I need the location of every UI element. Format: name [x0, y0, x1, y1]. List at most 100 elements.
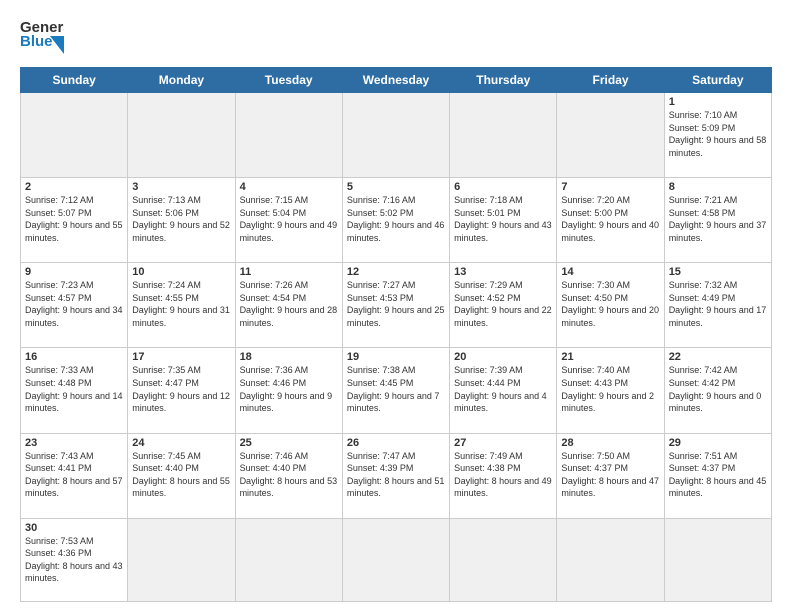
calendar-cell: 12Sunrise: 7:27 AMSunset: 4:53 PMDayligh…: [342, 263, 449, 348]
calendar-cell: [664, 518, 771, 601]
day-info: Sunrise: 7:32 AMSunset: 4:49 PMDaylight:…: [669, 279, 767, 329]
day-number: 24: [132, 437, 230, 449]
calendar-cell: [128, 93, 235, 178]
page: General Blue SundayMondayTuesdayWednesda…: [0, 0, 792, 612]
calendar-cell: 10Sunrise: 7:24 AMSunset: 4:55 PMDayligh…: [128, 263, 235, 348]
calendar-cell: 28Sunrise: 7:50 AMSunset: 4:37 PMDayligh…: [557, 433, 664, 518]
day-info: Sunrise: 7:24 AMSunset: 4:55 PMDaylight:…: [132, 279, 230, 329]
calendar-cell: 5Sunrise: 7:16 AMSunset: 5:02 PMDaylight…: [342, 178, 449, 263]
day-number: 4: [240, 181, 338, 193]
day-number: 10: [132, 266, 230, 278]
calendar-cell: 16Sunrise: 7:33 AMSunset: 4:48 PMDayligh…: [21, 348, 128, 433]
day-number: 17: [132, 351, 230, 363]
calendar-cell: 3Sunrise: 7:13 AMSunset: 5:06 PMDaylight…: [128, 178, 235, 263]
day-number: 8: [669, 181, 767, 193]
day-number: 21: [561, 351, 659, 363]
calendar-cell: [235, 518, 342, 601]
day-number: 19: [347, 351, 445, 363]
day-info: Sunrise: 7:16 AMSunset: 5:02 PMDaylight:…: [347, 194, 445, 244]
calendar-cell: [450, 518, 557, 601]
day-info: Sunrise: 7:26 AMSunset: 4:54 PMDaylight:…: [240, 279, 338, 329]
day-info: Sunrise: 7:53 AMSunset: 4:36 PMDaylight:…: [25, 535, 123, 585]
day-number: 16: [25, 351, 123, 363]
calendar-cell: 26Sunrise: 7:47 AMSunset: 4:39 PMDayligh…: [342, 433, 449, 518]
day-info: Sunrise: 7:38 AMSunset: 4:45 PMDaylight:…: [347, 364, 445, 414]
day-info: Sunrise: 7:47 AMSunset: 4:39 PMDaylight:…: [347, 450, 445, 500]
day-info: Sunrise: 7:51 AMSunset: 4:37 PMDaylight:…: [669, 450, 767, 500]
day-info: Sunrise: 7:30 AMSunset: 4:50 PMDaylight:…: [561, 279, 659, 329]
day-info: Sunrise: 7:49 AMSunset: 4:38 PMDaylight:…: [454, 450, 552, 500]
day-number: 22: [669, 351, 767, 363]
day-number: 26: [347, 437, 445, 449]
day-number: 28: [561, 437, 659, 449]
day-number: 7: [561, 181, 659, 193]
day-number: 14: [561, 266, 659, 278]
day-number: 29: [669, 437, 767, 449]
day-info: Sunrise: 7:33 AMSunset: 4:48 PMDaylight:…: [25, 364, 123, 414]
calendar-cell: [128, 518, 235, 601]
day-number: 6: [454, 181, 552, 193]
calendar-cell: [557, 518, 664, 601]
calendar-cell: 30Sunrise: 7:53 AMSunset: 4:36 PMDayligh…: [21, 518, 128, 601]
calendar-cell: 2Sunrise: 7:12 AMSunset: 5:07 PMDaylight…: [21, 178, 128, 263]
calendar-cell: 19Sunrise: 7:38 AMSunset: 4:45 PMDayligh…: [342, 348, 449, 433]
calendar-cell: [342, 93, 449, 178]
day-number: 11: [240, 266, 338, 278]
calendar-cell: 8Sunrise: 7:21 AMSunset: 4:58 PMDaylight…: [664, 178, 771, 263]
day-of-week-header: Saturday: [664, 68, 771, 93]
day-info: Sunrise: 7:46 AMSunset: 4:40 PMDaylight:…: [240, 450, 338, 500]
calendar-cell: 20Sunrise: 7:39 AMSunset: 4:44 PMDayligh…: [450, 348, 557, 433]
calendar-cell: [450, 93, 557, 178]
day-of-week-header: Friday: [557, 68, 664, 93]
day-number: 1: [669, 96, 767, 108]
day-number: 23: [25, 437, 123, 449]
header: General Blue: [20, 16, 772, 59]
day-of-week-header: Thursday: [450, 68, 557, 93]
calendar-cell: [21, 93, 128, 178]
logo: General Blue: [20, 16, 64, 59]
day-info: Sunrise: 7:18 AMSunset: 5:01 PMDaylight:…: [454, 194, 552, 244]
calendar-cell: 14Sunrise: 7:30 AMSunset: 4:50 PMDayligh…: [557, 263, 664, 348]
calendar: SundayMondayTuesdayWednesdayThursdayFrid…: [20, 67, 772, 602]
calendar-cell: [557, 93, 664, 178]
calendar-cell: 17Sunrise: 7:35 AMSunset: 4:47 PMDayligh…: [128, 348, 235, 433]
day-number: 25: [240, 437, 338, 449]
calendar-cell: 13Sunrise: 7:29 AMSunset: 4:52 PMDayligh…: [450, 263, 557, 348]
day-info: Sunrise: 7:29 AMSunset: 4:52 PMDaylight:…: [454, 279, 552, 329]
calendar-cell: [342, 518, 449, 601]
logo-icon: General Blue: [20, 16, 64, 59]
calendar-cell: 15Sunrise: 7:32 AMSunset: 4:49 PMDayligh…: [664, 263, 771, 348]
day-info: Sunrise: 7:40 AMSunset: 4:43 PMDaylight:…: [561, 364, 659, 414]
calendar-cell: 29Sunrise: 7:51 AMSunset: 4:37 PMDayligh…: [664, 433, 771, 518]
day-info: Sunrise: 7:45 AMSunset: 4:40 PMDaylight:…: [132, 450, 230, 500]
day-info: Sunrise: 7:42 AMSunset: 4:42 PMDaylight:…: [669, 364, 767, 414]
day-number: 15: [669, 266, 767, 278]
day-of-week-header: Sunday: [21, 68, 128, 93]
day-number: 3: [132, 181, 230, 193]
calendar-cell: 23Sunrise: 7:43 AMSunset: 4:41 PMDayligh…: [21, 433, 128, 518]
day-number: 20: [454, 351, 552, 363]
day-info: Sunrise: 7:27 AMSunset: 4:53 PMDaylight:…: [347, 279, 445, 329]
calendar-cell: 18Sunrise: 7:36 AMSunset: 4:46 PMDayligh…: [235, 348, 342, 433]
calendar-cell: 9Sunrise: 7:23 AMSunset: 4:57 PMDaylight…: [21, 263, 128, 348]
day-info: Sunrise: 7:21 AMSunset: 4:58 PMDaylight:…: [669, 194, 767, 244]
day-number: 2: [25, 181, 123, 193]
calendar-cell: 6Sunrise: 7:18 AMSunset: 5:01 PMDaylight…: [450, 178, 557, 263]
day-info: Sunrise: 7:15 AMSunset: 5:04 PMDaylight:…: [240, 194, 338, 244]
calendar-cell: [235, 93, 342, 178]
calendar-cell: 22Sunrise: 7:42 AMSunset: 4:42 PMDayligh…: [664, 348, 771, 433]
svg-text:Blue: Blue: [20, 33, 53, 50]
day-of-week-header: Wednesday: [342, 68, 449, 93]
day-number: 27: [454, 437, 552, 449]
day-info: Sunrise: 7:36 AMSunset: 4:46 PMDaylight:…: [240, 364, 338, 414]
day-info: Sunrise: 7:13 AMSunset: 5:06 PMDaylight:…: [132, 194, 230, 244]
day-number: 5: [347, 181, 445, 193]
day-number: 13: [454, 266, 552, 278]
day-info: Sunrise: 7:43 AMSunset: 4:41 PMDaylight:…: [25, 450, 123, 500]
day-number: 12: [347, 266, 445, 278]
day-of-week-header: Monday: [128, 68, 235, 93]
day-info: Sunrise: 7:10 AMSunset: 5:09 PMDaylight:…: [669, 109, 767, 159]
calendar-cell: 25Sunrise: 7:46 AMSunset: 4:40 PMDayligh…: [235, 433, 342, 518]
day-info: Sunrise: 7:39 AMSunset: 4:44 PMDaylight:…: [454, 364, 552, 414]
day-of-week-header: Tuesday: [235, 68, 342, 93]
